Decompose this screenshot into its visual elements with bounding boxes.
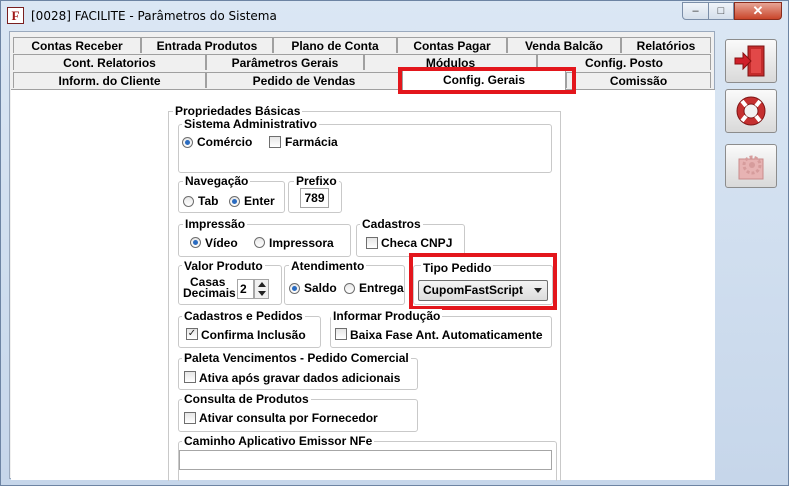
atendimento-label: Atendimento xyxy=(289,259,367,273)
video-radio[interactable] xyxy=(190,237,201,248)
entrega-radio[interactable] xyxy=(344,283,355,294)
sistema-administrativo-label: Sistema Administrativo xyxy=(182,117,319,131)
casas-decimais-input[interactable]: 2 xyxy=(237,279,254,299)
ativa-apos-label[interactable]: Ativa após gravar dados adicionais xyxy=(199,371,400,385)
maximize-button[interactable]: □ xyxy=(708,2,734,20)
lifebuoy-icon xyxy=(736,96,766,126)
tab-cont-relatorios[interactable]: Cont. Relatorios xyxy=(13,54,206,70)
exit-button[interactable] xyxy=(725,39,777,83)
entrega-label[interactable]: Entrega xyxy=(359,281,404,295)
tab-plano-de-conta[interactable]: Plano de Conta xyxy=(273,37,397,53)
tab-relatorios[interactable]: Relatórios xyxy=(621,37,711,53)
window-title: [0028] FACILITE - Parâmetros do Sistema xyxy=(31,9,277,23)
impressora-label[interactable]: Impressora xyxy=(269,236,334,250)
cadastros-pedidos-label: Cadastros e Pedidos xyxy=(182,309,305,323)
tab-parametros-gerais[interactable]: Parâmetros Gerais xyxy=(206,54,364,70)
navegacao-label: Navegação xyxy=(183,174,251,188)
confirma-inclusao-label[interactable]: Confirma Inclusão xyxy=(201,328,306,342)
casas-decimais-spinner[interactable] xyxy=(254,279,269,299)
impressora-radio[interactable] xyxy=(254,237,265,248)
saldo-label[interactable]: Saldo xyxy=(304,281,337,295)
tab-inform-do-cliente[interactable]: Inform. do Cliente xyxy=(13,72,206,88)
cadastros-label: Cadastros xyxy=(360,217,423,231)
tab-entrada-produtos[interactable]: Entrada Produtos xyxy=(141,37,273,53)
tab-radio-label[interactable]: Tab xyxy=(198,194,218,208)
prefixo-input[interactable]: 789 xyxy=(300,188,329,208)
valor-produto-label: Valor Produto xyxy=(182,259,265,273)
baixa-fase-label[interactable]: Baixa Fase Ant. Automaticamente xyxy=(350,328,543,342)
video-label[interactable]: Vídeo xyxy=(205,236,238,250)
farmacia-label[interactable]: Farmácia xyxy=(285,135,338,149)
confirma-inclusao-checkbox[interactable]: ✓ xyxy=(186,328,198,340)
ativar-consulta-label[interactable]: Ativar consulta por Fornecedor xyxy=(199,411,378,425)
informar-producao-label: Informar Produção xyxy=(331,309,443,323)
caminho-nfe-input[interactable] xyxy=(179,450,552,470)
close-button[interactable]: ✕ xyxy=(734,2,782,20)
app-icon[interactable]: F xyxy=(7,7,24,24)
caminho-nfe-label: Caminho Aplicativo Emissor NFe xyxy=(182,434,375,448)
tab-radio[interactable] xyxy=(183,196,194,207)
title-bar[interactable]: F [0028] FACILITE - Parâmetros do Sistem… xyxy=(1,1,788,31)
propriedades-basicas-label: Propriedades Básicas xyxy=(173,104,303,118)
farmacia-checkbox[interactable] xyxy=(269,136,281,148)
paleta-vencimentos-label: Paleta Vencimentos - Pedido Comercial xyxy=(182,351,411,365)
saldo-radio[interactable] xyxy=(289,283,300,294)
tab-venda-balcao[interactable]: Venda Balcão xyxy=(507,37,621,53)
spin-down-icon[interactable] xyxy=(258,291,266,296)
help-button[interactable] xyxy=(725,89,777,133)
highlight-config-gerais-tab xyxy=(398,67,576,94)
consulta-produtos-label: Consulta de Produtos xyxy=(182,392,311,406)
tab-contas-receber[interactable]: Contas Receber xyxy=(13,37,141,53)
settings-button[interactable] xyxy=(725,144,777,188)
decimais-label: Decimais xyxy=(183,286,236,300)
ativa-apos-checkbox[interactable] xyxy=(184,371,196,383)
enter-radio-label[interactable]: Enter xyxy=(244,194,275,208)
enter-radio[interactable] xyxy=(229,196,240,207)
tab-comissao[interactable]: Comissão xyxy=(566,72,711,88)
highlight-tipo-pedido xyxy=(409,253,557,310)
comercio-radio[interactable] xyxy=(182,137,193,148)
settings-gear-icon xyxy=(738,155,764,180)
exit-door-icon xyxy=(734,45,765,77)
spin-up-icon[interactable] xyxy=(258,282,266,287)
main-window: F [0028] FACILITE - Parâmetros do Sistem… xyxy=(0,0,789,486)
baixa-fase-checkbox[interactable] xyxy=(335,328,347,340)
tab-contas-pagar[interactable]: Contas Pagar xyxy=(397,37,507,53)
impressao-label: Impressão xyxy=(183,217,248,231)
comercio-label[interactable]: Comércio xyxy=(197,135,252,149)
ativar-consulta-checkbox[interactable] xyxy=(184,412,196,424)
prefixo-label: Prefixo xyxy=(294,174,339,188)
tab-pedido-de-vendas[interactable]: Pedido de Vendas xyxy=(206,72,402,88)
minimize-button[interactable]: – xyxy=(682,2,709,20)
checa-cnpj-checkbox[interactable] xyxy=(366,237,378,249)
checa-cnpj-label[interactable]: Checa CNPJ xyxy=(381,236,452,250)
